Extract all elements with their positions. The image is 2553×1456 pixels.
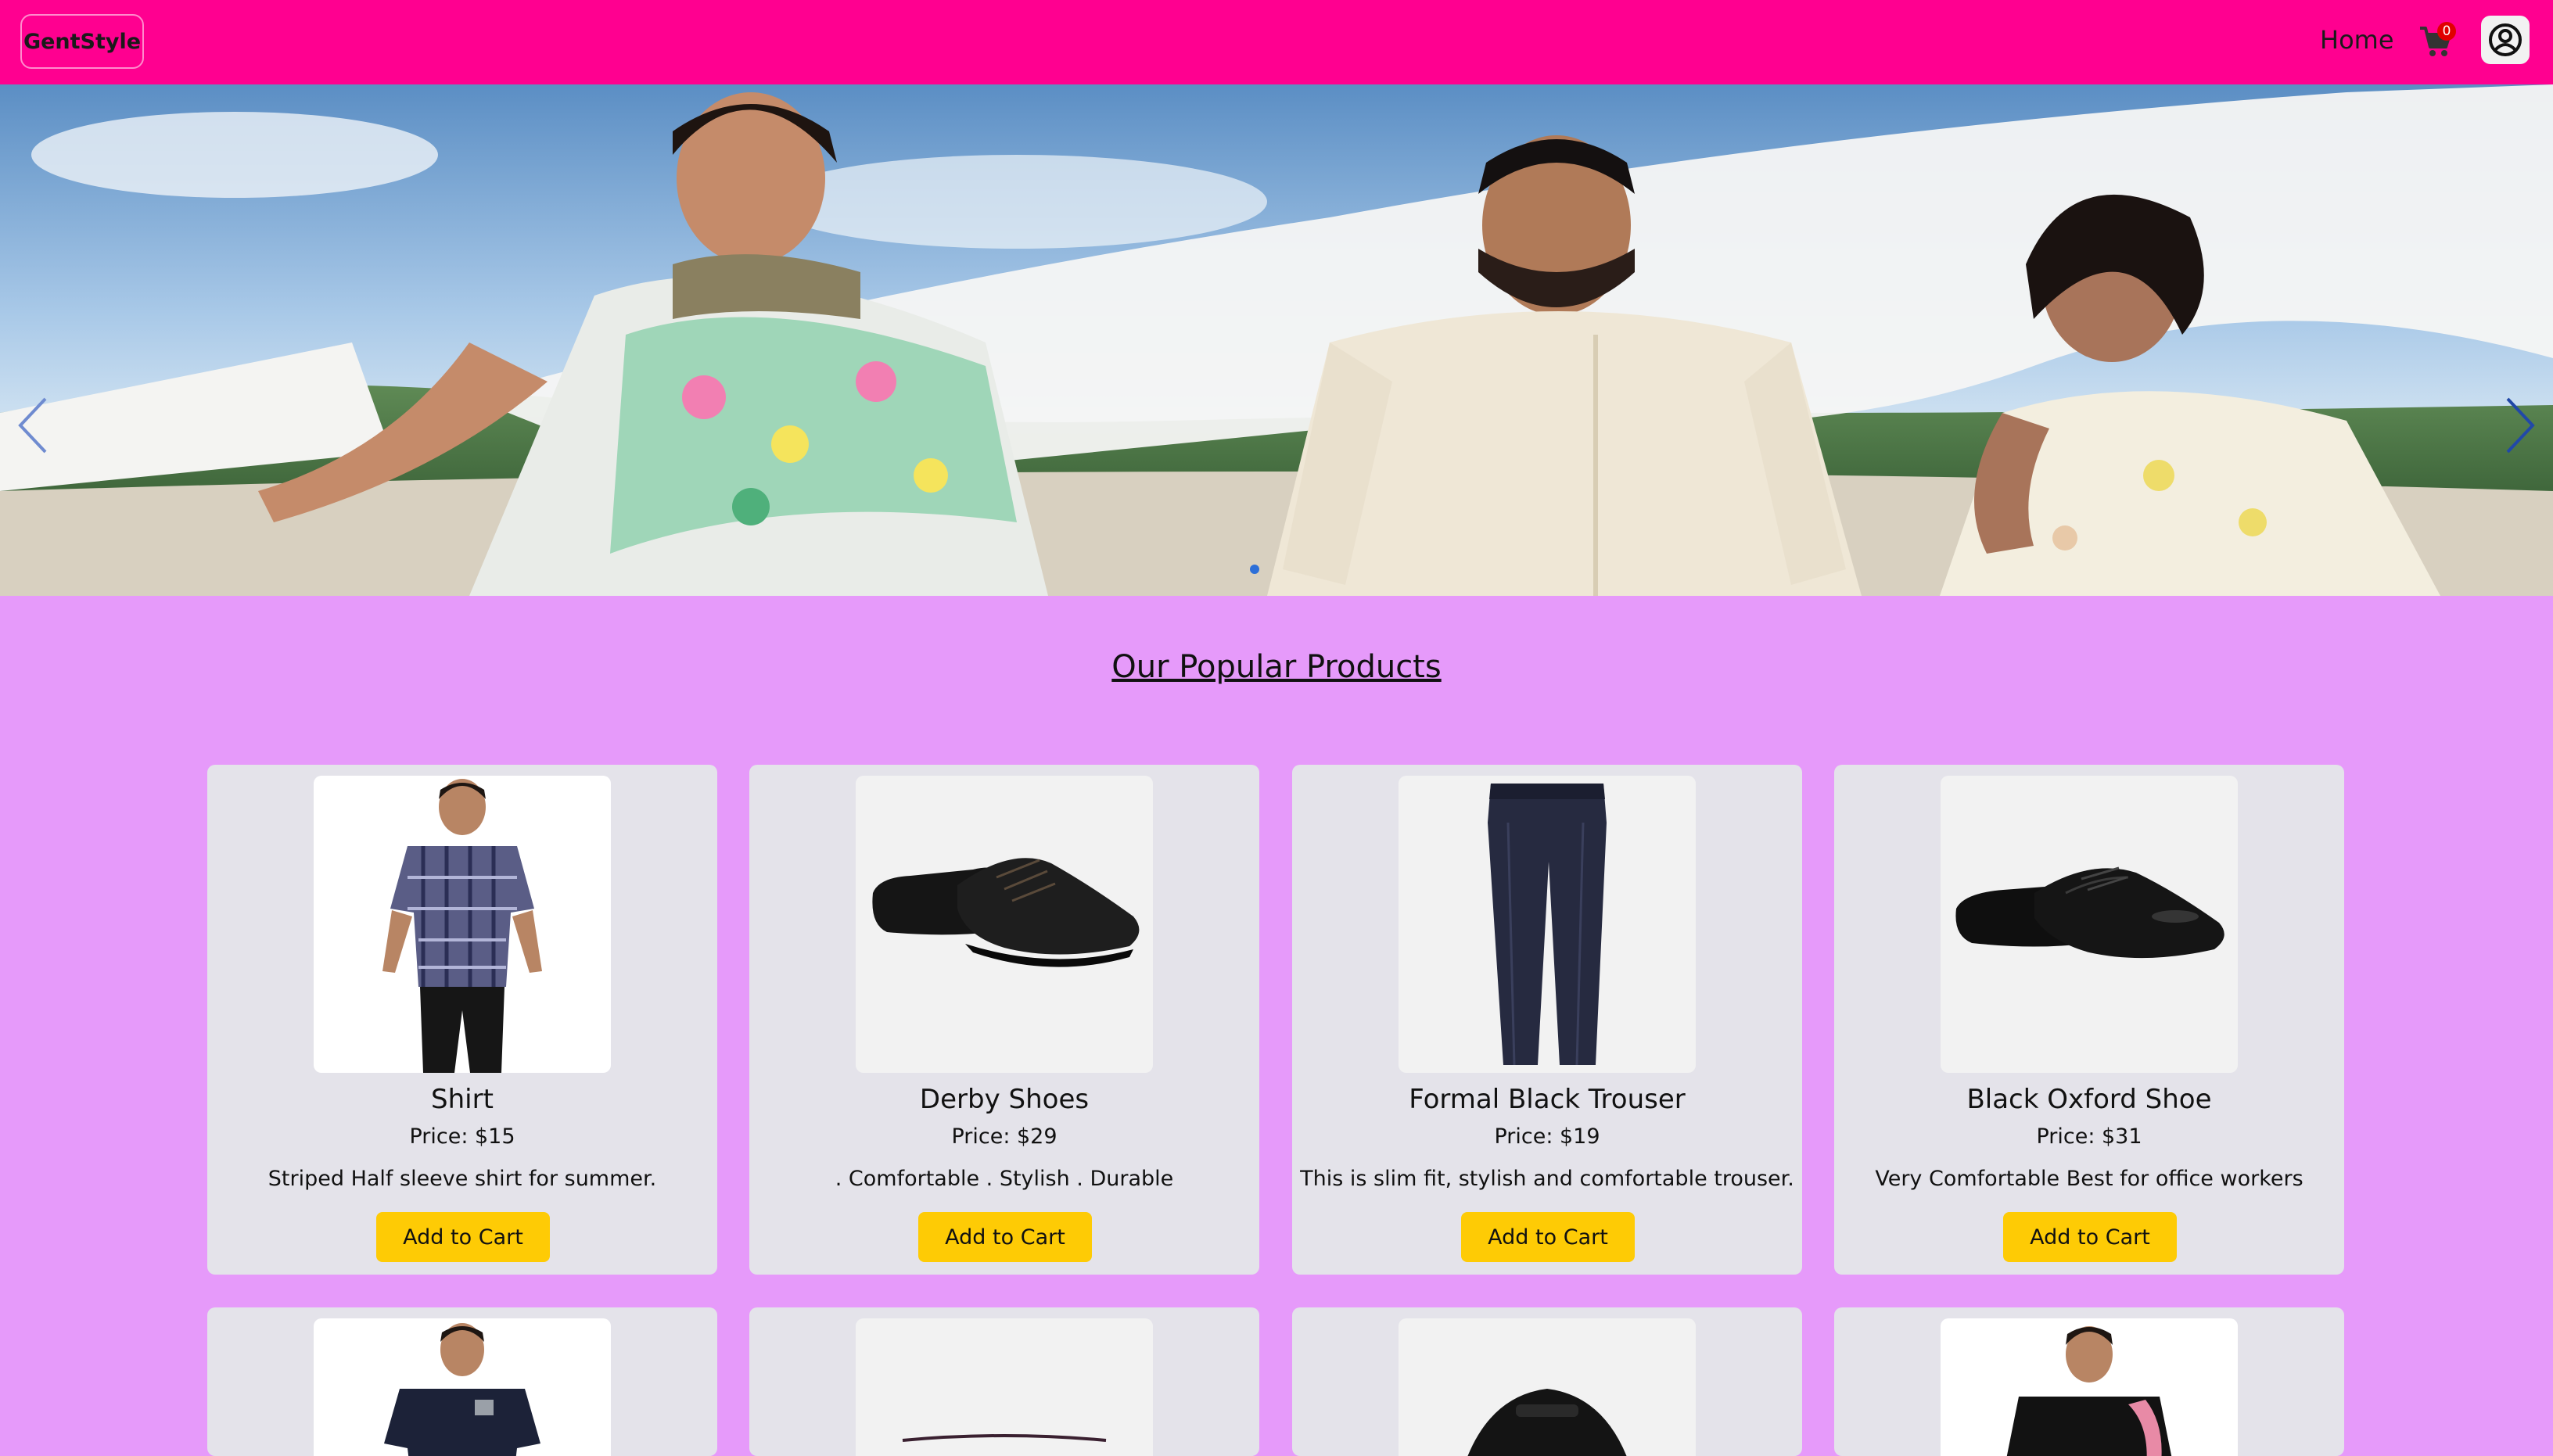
carousel-prev-arrow[interactable] [11,394,58,457]
product-image-derby-shoes[interactable] [856,776,1153,1073]
product-image-formal-black-trouser[interactable] [1399,776,1696,1073]
product-price: Price: $19 [1494,1124,1600,1149]
product-card [1834,1307,2344,1456]
hero-banner-image [0,84,2553,596]
product-name[interactable]: Black Oxford Shoe [1834,1084,2344,1115]
profile-button[interactable] [2481,16,2530,64]
product-name[interactable]: Derby Shoes [749,1084,1259,1115]
cart-button[interactable]: 0 [2418,22,2456,59]
section-title: Our Popular Products [1111,649,1442,685]
product-description: Striped Half sleeve shirt for summer. [268,1167,657,1191]
product-name[interactable]: Shirt [207,1084,717,1115]
add-to-cart-button[interactable]: Add to Cart [1461,1212,1635,1262]
product-card: Shirt Price: $15 Striped Half sleeve shi… [207,765,717,1275]
product-card: Black Oxford Shoe Price: $31 Very Comfor… [1834,765,2344,1275]
add-to-cart-button[interactable]: Add to Cart [376,1212,550,1262]
product-card [749,1307,1259,1456]
add-to-cart-button[interactable]: Add to Cart [918,1212,1092,1262]
product-description: . Comfortable . Stylish . Durable [835,1167,1174,1191]
product-card [207,1307,717,1456]
product-price: Price: $31 [2036,1124,2142,1149]
product-card: Derby Shoes Price: $29 . Comfortable . S… [749,765,1259,1275]
product-price: Price: $29 [951,1124,1057,1149]
carousel-indicator-dot[interactable] [1250,565,1259,574]
product-name[interactable]: Formal Black Trouser [1292,1084,1802,1115]
product-price: Price: $15 [409,1124,515,1149]
product-description: This is slim fit, stylish and comfortabl… [1300,1167,1794,1191]
hero-carousel [0,84,2553,596]
cart-count-badge: 0 [2437,22,2456,41]
carousel-next-arrow[interactable] [2495,394,2542,457]
user-icon [2489,23,2522,56]
product-image-black-oxford-shoe[interactable] [1941,776,2238,1073]
navbar: GentStyle Home 0 [0,0,2553,84]
product-image-shirt[interactable] [314,776,611,1073]
nav-link-home[interactable]: Home [2320,25,2394,55]
product-card [1292,1307,1802,1456]
brand-logo[interactable]: GentStyle [20,14,144,69]
product-description: Very Comfortable Best for office workers [1875,1167,2303,1191]
add-to-cart-button[interactable]: Add to Cart [2003,1212,2177,1262]
product-card: Formal Black Trouser Price: $19 This is … [1292,765,1802,1275]
